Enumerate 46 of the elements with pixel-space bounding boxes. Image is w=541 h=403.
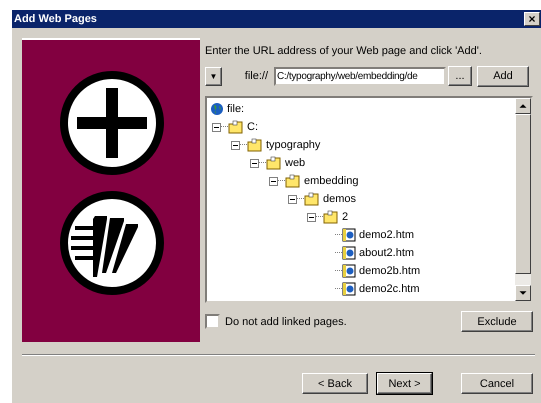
web-page-icon: [342, 246, 356, 260]
tree-item[interactable]: web: [285, 157, 306, 169]
url-field[interactable]: C:/typography/web/embedding/de: [274, 66, 446, 86]
folder-icon: [266, 156, 282, 170]
tree-item[interactable]: demo2b.htm: [359, 265, 420, 277]
web-page-icon: [342, 264, 356, 278]
tree-item[interactable]: embedding: [304, 175, 358, 187]
close-button[interactable]: ×: [524, 12, 540, 26]
scrollbar[interactable]: [515, 98, 531, 301]
tree-item[interactable]: demos: [323, 193, 356, 205]
exclude-button[interactable]: Exclude: [461, 311, 533, 332]
instruction-text: Enter the URL address of your Web page and click 'Add'.: [205, 45, 483, 57]
wizard-button[interactable]: < Back: [302, 373, 368, 394]
tree-item[interactable]: file:: [227, 103, 244, 115]
folder-icon: [247, 138, 263, 152]
web-page-icon: [342, 282, 356, 296]
collapse-icon[interactable]: [231, 140, 240, 150]
tree-item[interactable]: demo2.htm: [359, 229, 414, 241]
collapse-icon[interactable]: [307, 212, 316, 222]
scheme-label: file://: [244, 70, 269, 82]
scroll-up-icon[interactable]: [515, 98, 531, 114]
collapse-icon[interactable]: [250, 158, 259, 168]
dropdown-button[interactable]: ▼: [205, 66, 222, 86]
tree-item[interactable]: about2.htm: [359, 247, 414, 259]
folder-icon: [323, 210, 339, 224]
scroll-down-icon[interactable]: [515, 285, 531, 301]
add-button[interactable]: Add: [477, 66, 529, 86]
tree-item[interactable]: 2: [342, 211, 348, 223]
tree-item[interactable]: demo2c.htm: [359, 283, 420, 295]
collapse-icon[interactable]: [212, 122, 221, 132]
tree-item[interactable]: C:: [247, 121, 258, 133]
collapse-icon[interactable]: [269, 176, 278, 186]
browse-button[interactable]: ...: [448, 66, 472, 86]
tree-item[interactable]: typography: [266, 139, 320, 151]
web-page-icon: [342, 228, 356, 242]
folder-icon: [228, 120, 244, 134]
wizard-button[interactable]: Next >: [377, 373, 432, 394]
collapse-icon[interactable]: [288, 194, 297, 204]
folder-icon: [285, 174, 301, 188]
folder-icon: [304, 192, 320, 206]
checkbox[interactable]: [205, 314, 220, 329]
checkbox-label: Do not add linked pages.: [225, 316, 347, 328]
window-title: Add Web Pages: [14, 13, 97, 25]
globe-icon: [210, 102, 224, 116]
wizard-button[interactable]: Cancel: [461, 373, 533, 394]
scroll-thumb[interactable]: [515, 114, 531, 274]
